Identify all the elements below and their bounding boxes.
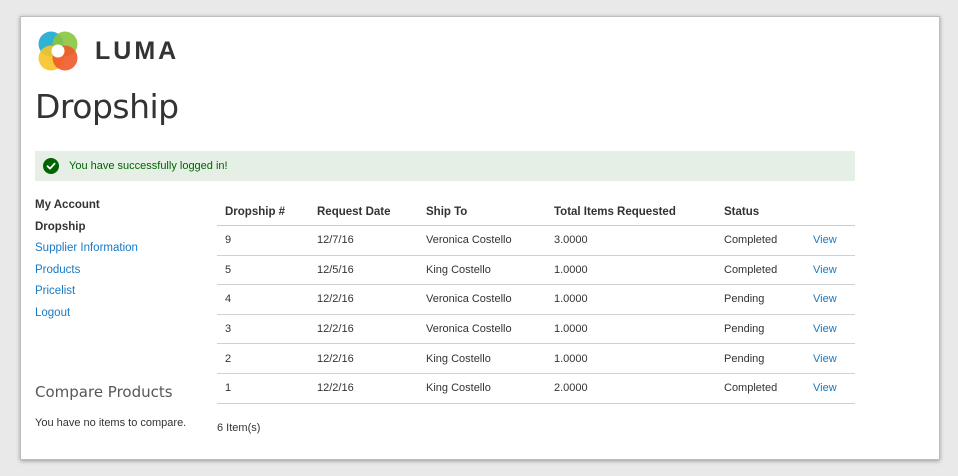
- cell-ship-to: Veronica Costello: [418, 314, 546, 345]
- view-link[interactable]: View: [805, 225, 855, 256]
- compare-empty-text: You have no items to compare.: [35, 417, 187, 429]
- check-circle-icon: [43, 158, 59, 174]
- cell-status: Completed: [716, 373, 805, 404]
- cell-dropship-number: 5: [217, 255, 309, 286]
- cell-ship-to: King Costello: [418, 373, 546, 404]
- table-row: 1 12/2/16 King Costello 2.0000 Completed…: [217, 373, 855, 404]
- sidebar-item-products[interactable]: Products: [35, 260, 205, 282]
- table-row: 4 12/2/16 Veronica Costello 1.0000 Pendi…: [217, 284, 855, 315]
- table-row: 5 12/5/16 King Costello 1.0000 Completed…: [217, 255, 855, 286]
- column-header-status: Status: [716, 199, 805, 226]
- cell-total-items: 1.0000: [546, 314, 716, 345]
- cell-request-date: 12/2/16: [309, 284, 418, 315]
- column-header-request-date: Request Date: [309, 199, 418, 226]
- cell-ship-to: King Costello: [418, 255, 546, 286]
- view-link[interactable]: View: [805, 284, 855, 315]
- cell-total-items: 2.0000: [546, 373, 716, 404]
- success-message: You have successfully logged in!: [35, 151, 855, 181]
- cell-ship-to: King Costello: [418, 343, 546, 374]
- cell-dropship-number: 4: [217, 284, 309, 315]
- table-header-row: Dropship # Request Date Ship To Total It…: [217, 199, 855, 226]
- cell-dropship-number: 2: [217, 343, 309, 374]
- sidebar-item-pricelist[interactable]: Pricelist: [35, 281, 205, 303]
- view-link[interactable]: View: [805, 255, 855, 286]
- cell-status: Pending: [716, 343, 805, 374]
- sidebar-item-supplier-information[interactable]: Supplier Information: [35, 238, 205, 260]
- item-count: 6 Item(s): [217, 422, 261, 434]
- success-message-text: You have successfully logged in!: [69, 160, 228, 172]
- column-header-ship-to: Ship To: [418, 199, 546, 226]
- cell-dropship-number: 9: [217, 225, 309, 256]
- account-nav: My Account Dropship Supplier Information…: [35, 195, 205, 324]
- view-link[interactable]: View: [805, 373, 855, 404]
- view-link[interactable]: View: [805, 343, 855, 374]
- cell-total-items: 1.0000: [546, 343, 716, 374]
- column-header-dropship-number: Dropship #: [217, 199, 309, 226]
- cell-ship-to: Veronica Costello: [418, 225, 546, 256]
- sidebar-item-my-account: My Account: [35, 199, 100, 211]
- table-row: 3 12/2/16 Veronica Costello 1.0000 Pendi…: [217, 314, 855, 345]
- sidebar-item-dropship: Dropship: [35, 220, 86, 233]
- compare-products-title: Compare Products: [35, 383, 173, 401]
- cell-status: Completed: [716, 255, 805, 286]
- cell-status: Pending: [716, 314, 805, 345]
- cell-request-date: 12/2/16: [309, 373, 418, 404]
- dropship-table: Dropship # Request Date Ship To Total It…: [217, 199, 855, 404]
- sidebar-item-logout[interactable]: Logout: [35, 303, 205, 325]
- column-header-total-items: Total Items Requested: [546, 199, 716, 226]
- cell-total-items: 1.0000: [546, 284, 716, 315]
- view-link[interactable]: View: [805, 314, 855, 345]
- cell-request-date: 12/2/16: [309, 314, 418, 345]
- site-logo[interactable]: LUMA: [37, 29, 179, 73]
- cell-request-date: 12/7/16: [309, 225, 418, 256]
- logo-text: LUMA: [95, 36, 180, 65]
- table-row: 9 12/7/16 Veronica Costello 3.0000 Compl…: [217, 225, 855, 256]
- cell-status: Completed: [716, 225, 805, 256]
- cell-request-date: 12/2/16: [309, 343, 418, 374]
- column-header-actions: [805, 199, 855, 226]
- browser-frame: LUMA Dropship You have successfully logg…: [20, 16, 940, 460]
- page-title: Dropship: [35, 87, 179, 126]
- cell-dropship-number: 3: [217, 314, 309, 345]
- luma-logo-icon: [38, 31, 78, 71]
- cell-total-items: 3.0000: [546, 225, 716, 256]
- table-row: 2 12/2/16 King Costello 1.0000 Pending V…: [217, 343, 855, 374]
- cell-total-items: 1.0000: [546, 255, 716, 286]
- cell-status: Pending: [716, 284, 805, 315]
- cell-dropship-number: 1: [217, 373, 309, 404]
- cell-ship-to: Veronica Costello: [418, 284, 546, 315]
- cell-request-date: 12/5/16: [309, 255, 418, 286]
